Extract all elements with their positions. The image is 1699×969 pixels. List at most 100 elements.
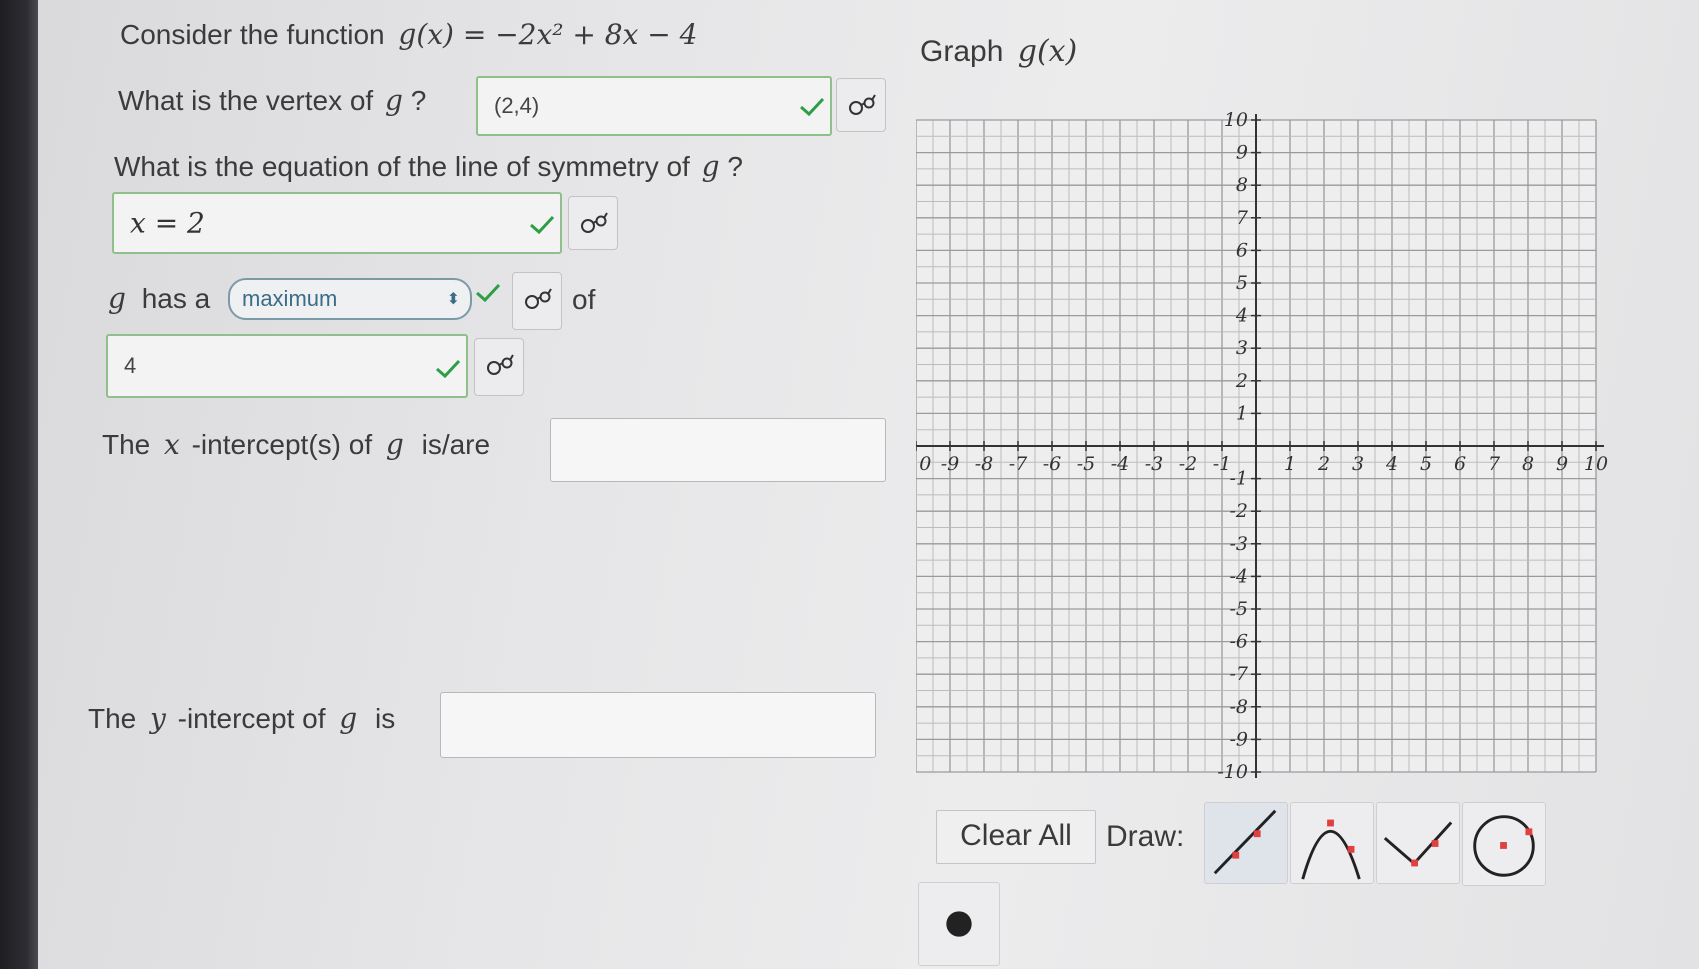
vertex-correct-check-icon <box>798 96 826 118</box>
y-tick-label: -2 <box>1229 500 1248 522</box>
x-tick-label: 3 <box>1352 453 1364 475</box>
y-tick-label: -5 <box>1229 598 1248 620</box>
symmetry-answer-value: x = 2 <box>130 206 205 240</box>
extreme-has-a: has a <box>141 283 211 314</box>
x-tick-label: 8 <box>1522 453 1534 475</box>
function-prefix: Consider the function <box>120 19 385 50</box>
y-intercept-suffix: is <box>375 703 396 734</box>
x-tick-label: 9 <box>1556 453 1568 475</box>
y-intercept-var: y <box>150 702 166 735</box>
x-tick-label: 6 <box>1454 453 1466 475</box>
x-intercept-prefix: The <box>102 429 151 460</box>
extreme-question: g has a <box>108 282 210 315</box>
vertex-question-suffix: ? <box>410 85 427 116</box>
graph-title: Graph g(x) <box>920 34 1077 69</box>
y-tick-label: -6 <box>1229 631 1248 653</box>
point-tool-icon <box>946 911 972 937</box>
x-tick-label: -9 <box>941 453 960 475</box>
x-intercept-input[interactable] <box>550 418 886 482</box>
vertex-question-var: g <box>385 84 403 117</box>
extreme-of-label: of <box>572 284 596 315</box>
circle-tool-button[interactable] <box>1462 802 1546 886</box>
point-tool-button[interactable] <box>918 882 1000 966</box>
symmetry-answer-field[interactable]: x = 2 <box>112 192 562 254</box>
x-tick-label: -1 <box>1213 453 1232 475</box>
vertex-question-text: What is the vertex of <box>118 85 374 116</box>
x-tick-label: 10 <box>1584 453 1608 475</box>
y-tick-label: 5 <box>1236 272 1248 294</box>
x-tick-label: -7 <box>1009 453 1028 475</box>
x-tick-label: -6 <box>1043 453 1062 475</box>
circle-tool-icon <box>1473 815 1535 877</box>
y-intercept-question: The y -intercept of g is <box>88 702 395 735</box>
max-min-select[interactable]: maximum ⬍ <box>228 278 472 320</box>
y-tick-label: 6 <box>1236 239 1248 261</box>
x-intercept-question: The x -intercept(s) of g is/are <box>102 428 490 461</box>
x-tick-label: 1 <box>1284 453 1296 475</box>
graph-title-fn: g(x) <box>1017 34 1078 69</box>
max-min-hint-glasses-icon[interactable] <box>512 272 562 330</box>
y-intercept-middle: -intercept of <box>177 703 326 734</box>
clear-all-button[interactable]: Clear All <box>936 810 1096 864</box>
y-tick-label: -3 <box>1229 533 1248 555</box>
x-intercept-fn: g <box>385 428 404 461</box>
x-tick-label: -3 <box>1145 453 1164 475</box>
x-tick-label: -5 <box>1077 453 1096 475</box>
select-arrows-icon: ⬍ <box>446 291 460 308</box>
symmetry-question: What is the equation of the line of symm… <box>114 150 743 183</box>
line-tool-icon <box>1213 809 1277 875</box>
graph-title-prefix: Graph <box>920 35 1004 68</box>
extreme-correct-check-icon <box>434 358 462 380</box>
graph-area[interactable]: -10-9-8-7-6-5-4-3-2-11234567891010987654… <box>901 109 1616 787</box>
vertex-hint-glasses-icon[interactable] <box>836 78 886 132</box>
x-tick-label: 2 <box>1317 453 1330 475</box>
parabola-tool-icon <box>1301 819 1361 880</box>
symmetry-hint-glasses-icon[interactable] <box>568 196 618 250</box>
line-tool-button[interactable] <box>1204 802 1288 884</box>
function-statement: Consider the function g(x) = −2x² + 8x −… <box>120 18 697 51</box>
x-tick-label: -2 <box>1179 453 1198 475</box>
symmetry-correct-check-icon <box>528 214 556 236</box>
y-tick-label: 1 <box>1236 402 1248 424</box>
vertex-answer-value: (2,4) <box>494 93 540 118</box>
x-tick-label: -10 <box>916 453 931 475</box>
coordinate-grid[interactable]: -10-9-8-7-6-5-4-3-2-11234567891010987654… <box>901 109 1616 787</box>
absolute-value-tool-button[interactable] <box>1376 802 1460 884</box>
y-tick-label: 3 <box>1236 337 1248 359</box>
x-intercept-suffix: is/are <box>421 429 491 460</box>
y-tick-label: -9 <box>1229 728 1248 750</box>
y-tick-label: -7 <box>1229 663 1248 685</box>
y-tick-label: 2 <box>1235 370 1248 392</box>
symmetry-question-text: What is the equation of the line of symm… <box>114 151 690 182</box>
x-tick-label: 4 <box>1385 453 1398 475</box>
y-tick-label: 4 <box>1235 305 1248 327</box>
y-intercept-fn: g <box>339 702 358 735</box>
extreme-value: 4 <box>124 353 137 378</box>
y-intercept-prefix: The <box>88 703 137 734</box>
x-intercept-var: x <box>164 428 180 461</box>
absolute-value-tool-icon <box>1383 821 1453 867</box>
y-tick-label: -10 <box>1217 761 1248 783</box>
extreme-hint-glasses-icon[interactable] <box>474 338 524 396</box>
y-tick-label: -4 <box>1229 565 1248 587</box>
extreme-value-field[interactable]: 4 <box>106 334 468 398</box>
y-intercept-input[interactable] <box>440 692 876 758</box>
left-window-edge <box>0 0 38 969</box>
max-min-correct-check-icon <box>474 282 502 304</box>
x-tick-label: 7 <box>1488 453 1501 475</box>
vertex-question: What is the vertex of g ? <box>118 84 426 117</box>
y-tick-label: -8 <box>1229 696 1248 718</box>
extreme-question-var: g <box>108 282 126 315</box>
vertex-answer-field[interactable]: (2,4) <box>476 76 832 136</box>
y-tick-label: 10 <box>1224 112 1248 131</box>
x-tick-label: 5 <box>1420 453 1432 475</box>
symmetry-question-var: g <box>701 150 720 183</box>
y-tick-label: -1 <box>1229 468 1248 490</box>
x-tick-label: -8 <box>975 453 994 475</box>
function-formula: g(x) = −2x² + 8x − 4 <box>398 18 698 51</box>
x-tick-label: -4 <box>1111 453 1130 475</box>
draw-label: Draw: <box>1106 820 1185 853</box>
max-min-select-value: maximum <box>242 286 338 311</box>
y-tick-label: 7 <box>1236 207 1249 229</box>
parabola-tool-button[interactable] <box>1290 802 1374 884</box>
